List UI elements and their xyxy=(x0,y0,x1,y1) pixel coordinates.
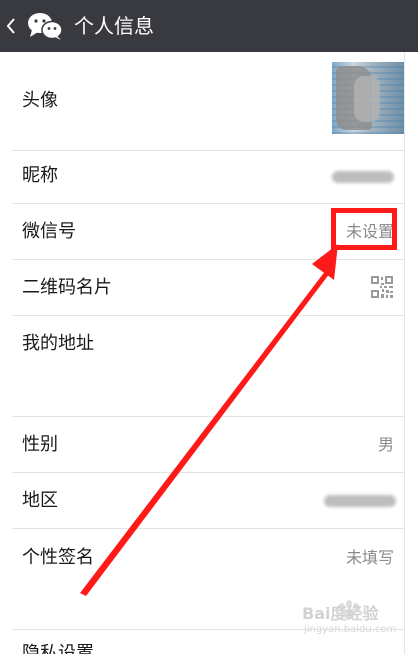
row-qr-card[interactable]: 二维码名片 xyxy=(0,260,418,315)
row-nickname-label: 昵称 xyxy=(22,165,58,186)
wechat-logo-icon xyxy=(28,13,63,40)
row-qr-card-label: 二维码名片 xyxy=(22,277,112,298)
row-nickname[interactable]: 昵称 xyxy=(0,151,418,203)
row-gender[interactable]: 性别 男 xyxy=(0,417,418,472)
row-privacy-label[interactable]: 隐私设置 xyxy=(22,642,94,654)
row-avatar-label: 头像 xyxy=(22,90,58,111)
row-region[interactable]: 地区 xyxy=(0,473,418,528)
gender-value: 男 xyxy=(377,435,394,454)
avatar[interactable] xyxy=(332,62,404,134)
nickname-redacted xyxy=(332,171,394,183)
list-edge xyxy=(404,52,405,654)
row-address[interactable]: 我的地址 xyxy=(0,316,418,416)
profile-page: 个人信息 头像 昵称 微信号 未设置 二维码名片 我的地址 性别 男 地区 个性… xyxy=(0,0,418,654)
signature-value: 未填写 xyxy=(345,548,394,567)
baidu-watermark: Bai度经验 xyxy=(302,604,379,623)
qr-code-icon xyxy=(370,275,394,299)
row-wechat-id-label: 微信号 xyxy=(22,221,76,242)
row-gender-label: 性别 xyxy=(22,434,58,455)
annotation-highlight-box xyxy=(331,208,397,250)
chevron-left-icon xyxy=(6,18,15,34)
region-redacted xyxy=(324,495,396,507)
page-title: 个人信息 xyxy=(74,14,154,38)
avatar-redaction-overlay xyxy=(354,76,380,122)
row-region-label: 地区 xyxy=(22,490,58,511)
row-avatar[interactable]: 头像 xyxy=(0,52,418,150)
back-button[interactable] xyxy=(0,0,70,52)
row-signature-label: 个性签名 xyxy=(22,547,94,568)
top-bar: 个人信息 xyxy=(0,0,418,52)
baidu-watermark-url: jingyan.baidu.com xyxy=(304,624,397,635)
row-address-label: 我的地址 xyxy=(22,333,94,354)
profile-list: 头像 昵称 微信号 未设置 二维码名片 我的地址 性别 男 地区 个性签名 未填… xyxy=(0,52,418,654)
